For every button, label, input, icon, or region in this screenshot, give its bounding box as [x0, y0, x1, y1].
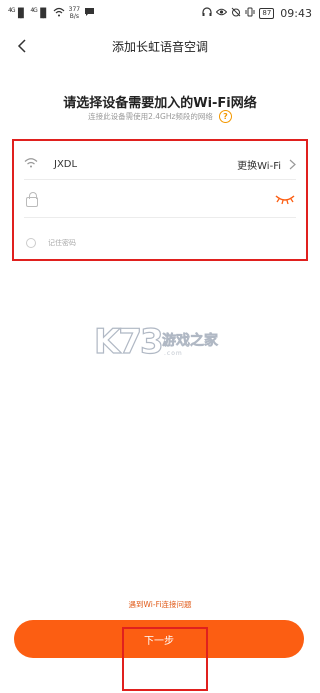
remember-password-row[interactable]: 记住密码 — [14, 233, 306, 253]
vibrate-icon — [245, 7, 255, 20]
wifi-help-link[interactable]: 遇到Wi-Fi连接问题 — [0, 599, 320, 610]
signal-strength-icon-2: 4G▐▌ — [30, 7, 49, 19]
watermark-logo: K73 游戏之家 .com — [93, 321, 234, 366]
watermark-site-name: 游戏之家 — [162, 333, 219, 350]
wifi-band-note: 连接此设备需使用2.4GHz频段的网络 ? — [0, 110, 320, 123]
signal2-label: 4G — [30, 7, 38, 14]
wifi-band-text: 连接此设备需使用2.4GHz频段的网络 — [88, 112, 213, 121]
nav-bar: 添加长虹语音空调 — [0, 26, 320, 66]
wifi-icon — [24, 157, 40, 171]
wifi-select-heading: 请选择设备需要加入的Wi-Fi网络 — [63, 96, 257, 111]
signal1-label: 4G — [8, 7, 16, 14]
wifi-status-icon — [53, 7, 65, 20]
headphones-icon — [202, 6, 212, 20]
password-visibility-toggle[interactable] — [274, 191, 296, 210]
status-right: 87 09:43 — [202, 7, 312, 20]
watermark-k73: K73 — [93, 321, 164, 362]
signal-strength-icon: 4G▐▌ — [8, 7, 27, 19]
status-bar: 4G▐▌ 4G▐▌ 377 B/s 87 09:43 — [0, 0, 320, 26]
chevron-right-icon — [289, 159, 296, 169]
message-icon — [84, 7, 95, 20]
status-left: 4G▐▌ 4G▐▌ 377 B/s — [8, 6, 95, 20]
change-wifi-label: 更换Wi-Fi — [237, 160, 281, 172]
lock-icon — [26, 192, 38, 207]
change-wifi-button[interactable]: 更换Wi-Fi — [237, 157, 296, 172]
speed-unit: B/s — [69, 13, 79, 20]
eye-closed-icon — [275, 194, 295, 204]
watermark-site-suffix: .com — [164, 350, 183, 357]
remember-password-label: 记住密码 — [48, 239, 76, 247]
remember-radio-icon[interactable] — [26, 238, 36, 248]
chevron-left-icon — [17, 39, 26, 53]
wifi-form: JXDL 更换Wi-Fi 记住密码 — [12, 139, 308, 261]
divider — [24, 179, 296, 180]
alarm-off-icon — [231, 7, 241, 20]
battery-indicator: 87 — [259, 7, 275, 19]
network-speed: 377 B/s — [69, 6, 80, 20]
help-question-icon[interactable]: ? — [218, 110, 232, 123]
back-button[interactable] — [10, 34, 34, 58]
divider — [24, 217, 296, 218]
next-button[interactable]: 下一步 — [14, 620, 304, 658]
page-title: 添加长虹语音空调 — [111, 39, 208, 54]
wifi-ssid-row[interactable]: JXDL 更换Wi-Fi — [14, 151, 306, 177]
password-row — [14, 187, 306, 213]
eye-comfort-icon — [216, 8, 228, 19]
wifi-ssid: JXDL — [54, 158, 78, 170]
speed-value: 377 — [68, 6, 81, 13]
clock: 09:43 — [280, 6, 312, 20]
password-input[interactable] — [52, 194, 274, 206]
